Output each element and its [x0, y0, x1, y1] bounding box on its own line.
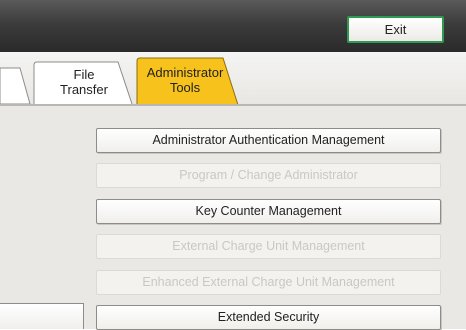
tab-file-transfer-line1: File: [73, 67, 95, 82]
tab-administrator-tools-line1: Administrator: [146, 65, 224, 80]
key-counter-management-button[interactable]: Key Counter Management: [96, 199, 441, 224]
tab-file-transfer-line2: Transfer: [60, 82, 108, 97]
tab-partial-left: [0, 67, 31, 105]
tab-file-transfer[interactable]: File Transfer: [48, 67, 120, 97]
program-change-administrator-button: Program / Change Administrator: [96, 163, 441, 188]
enhanced-external-charge-unit-management-button: Enhanced External Charge Unit Management: [96, 270, 441, 295]
panel-divider: [0, 104, 466, 106]
exit-button[interactable]: Exit: [347, 16, 444, 43]
tab-administrator-tools-line2: Tools: [169, 80, 201, 95]
tab-administrator-tools[interactable]: Administrator Tools: [141, 65, 229, 95]
extended-security-button[interactable]: Extended Security: [96, 305, 441, 330]
external-charge-unit-management-button: External Charge Unit Management: [96, 234, 441, 259]
left-column-button[interactable]: [0, 303, 84, 329]
administrator-authentication-management-button[interactable]: Administrator Authentication Management: [96, 128, 441, 153]
top-bar: Exit: [0, 0, 466, 52]
